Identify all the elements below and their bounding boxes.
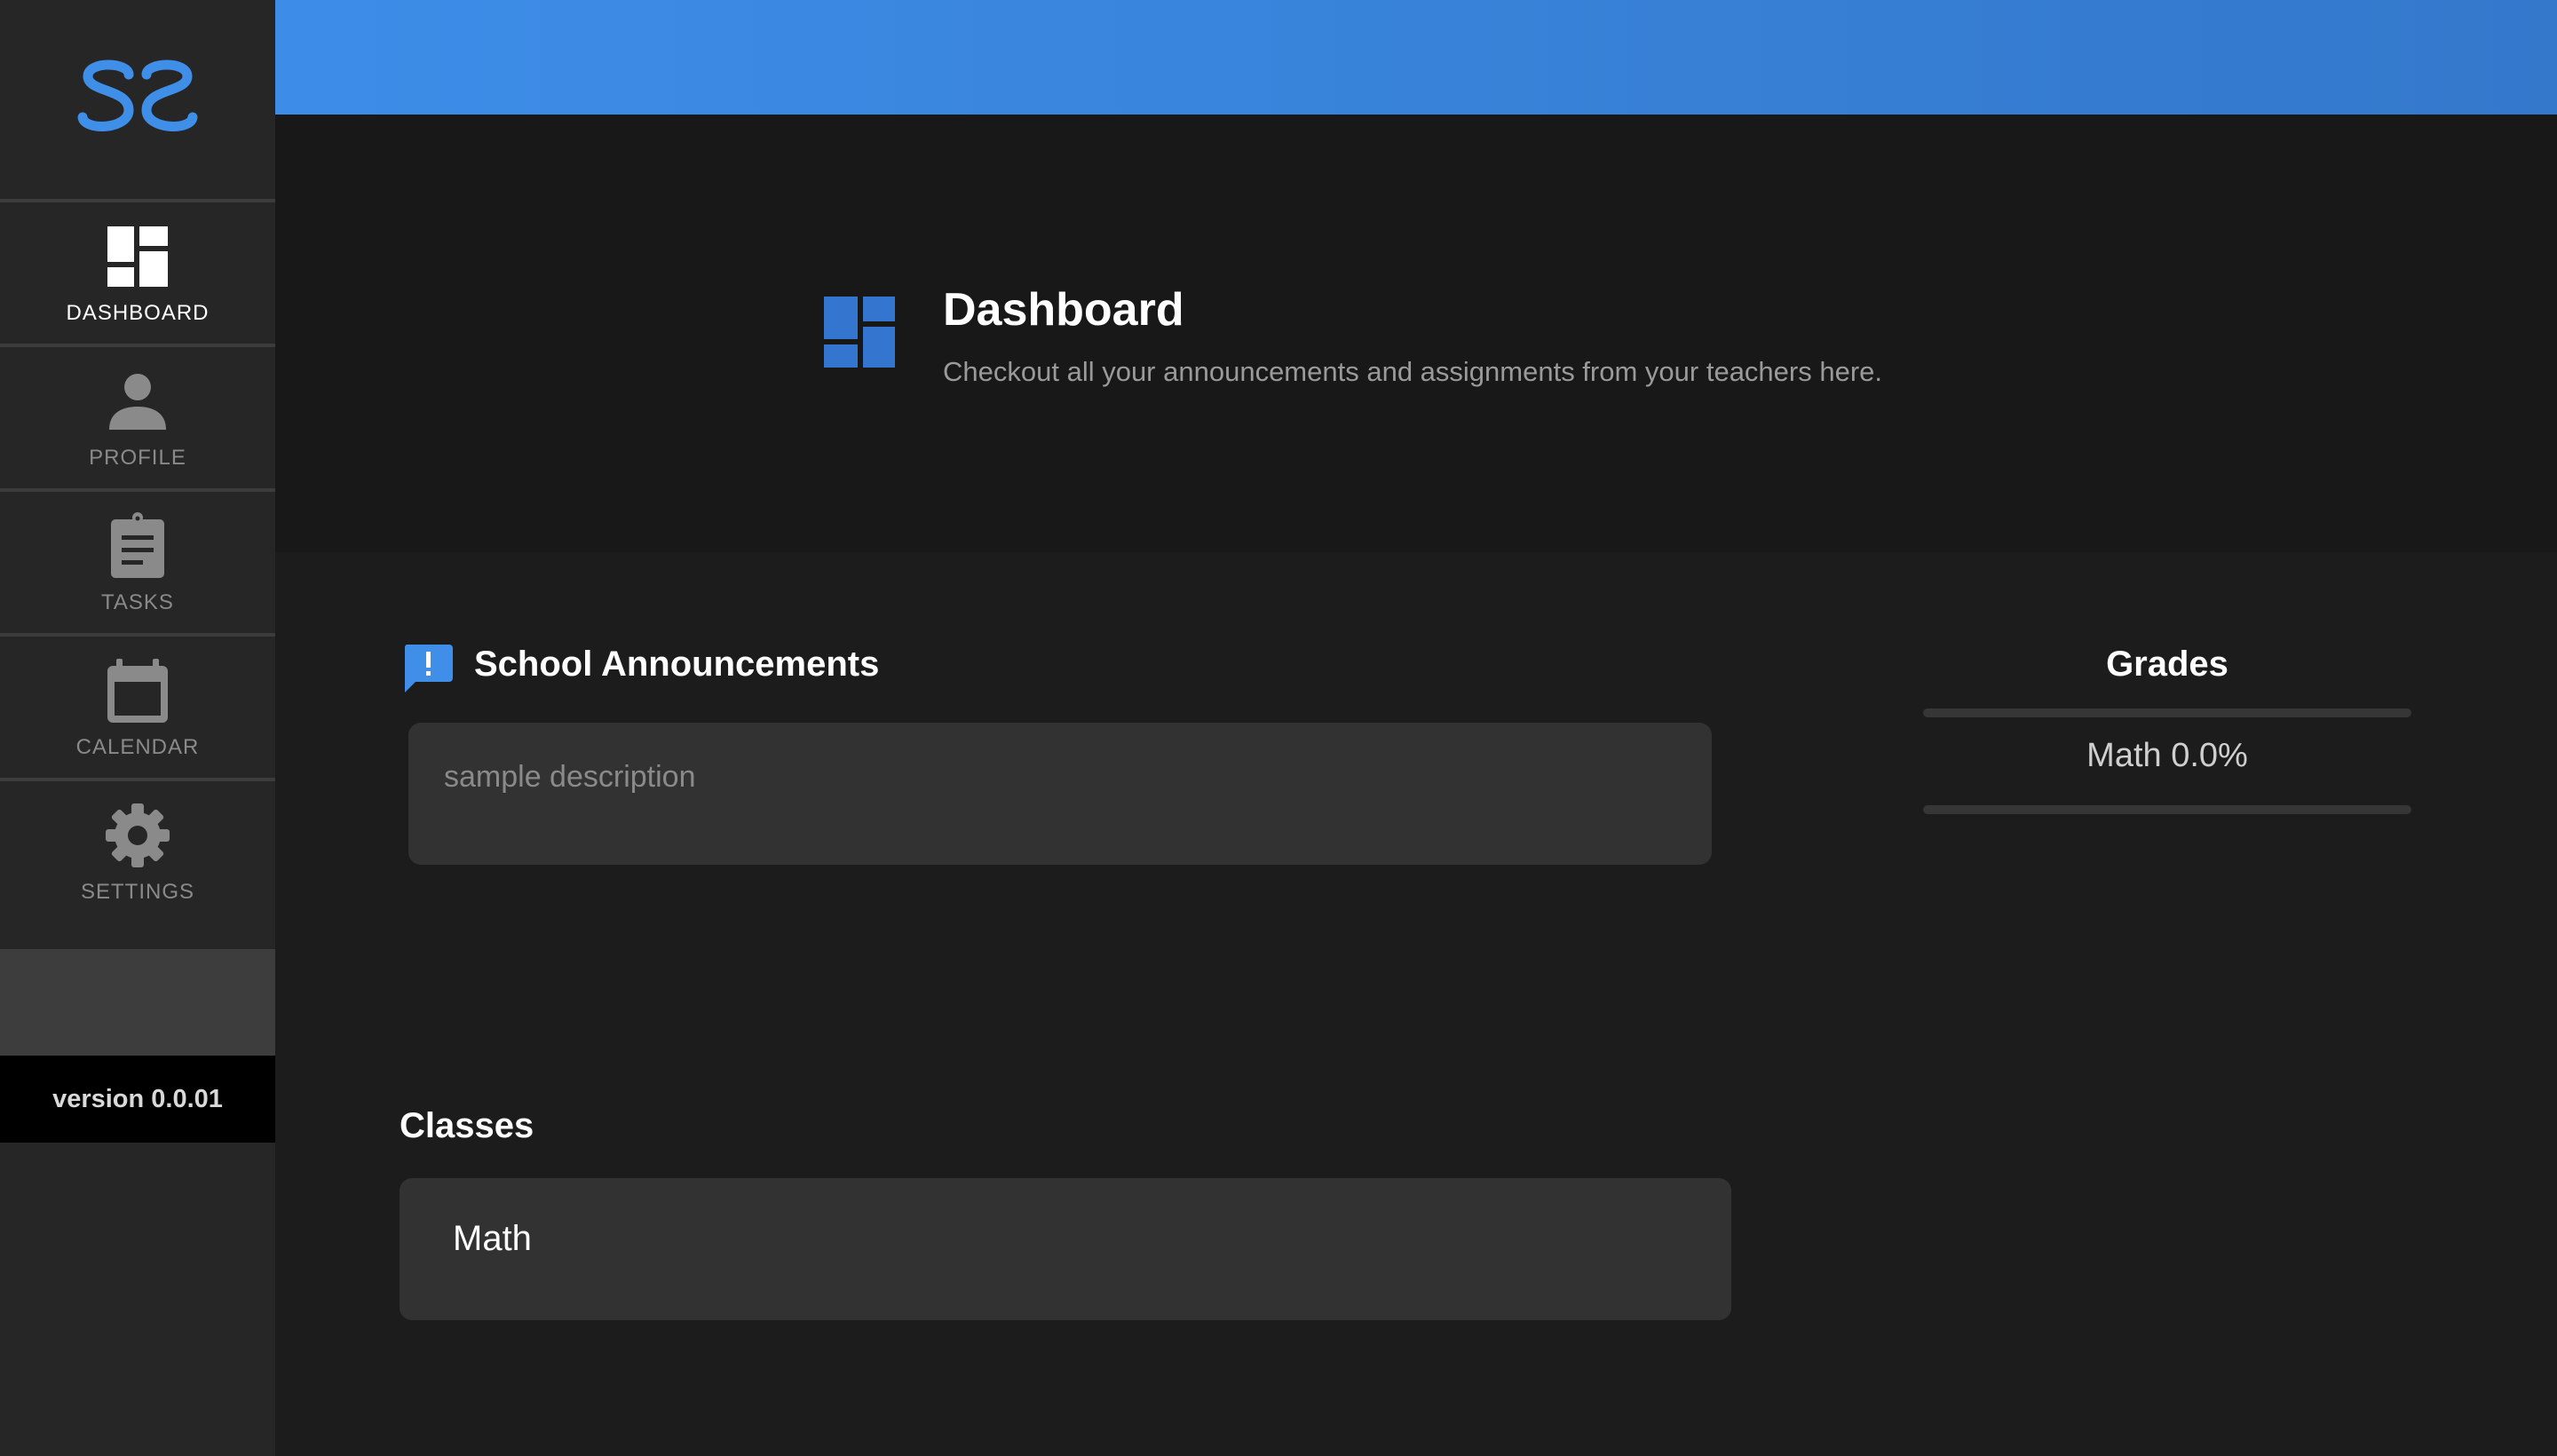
sidebar-item-dashboard[interactable]: DASHBOARD <box>0 199 275 344</box>
classes-title: Classes <box>400 1106 534 1145</box>
grades-title: Grades <box>2106 645 2228 684</box>
logo[interactable] <box>0 0 275 199</box>
main-content: School Announcements sample description … <box>275 552 2557 1456</box>
class-card[interactable]: Math <box>400 1178 1731 1320</box>
top-bar <box>275 0 2557 115</box>
dashboard-icon <box>815 288 904 376</box>
sidebar-nav: DASHBOARD PROFILE TASKS CALENDAR SETTING… <box>0 199 275 922</box>
sidebar-spacer <box>0 949 275 1056</box>
sidebar-item-label: PROFILE <box>89 445 186 470</box>
app-root: DASHBOARD PROFILE TASKS CALENDAR SETTING… <box>0 0 2557 1456</box>
sidebar-item-profile[interactable]: PROFILE <box>0 344 275 488</box>
announcement-card[interactable]: sample description <box>408 723 1712 865</box>
sidebar-item-label: TASKS <box>101 590 174 614</box>
sidebar-item-label: SETTINGS <box>80 879 194 904</box>
page-subtitle: Checkout all your announcements and assi… <box>943 356 1883 387</box>
dashboard-icon <box>102 221 173 292</box>
class-name: Math <box>453 1219 532 1258</box>
clipboard-icon <box>102 510 173 582</box>
page-header: Dashboard Checkout all your announcement… <box>275 115 2557 552</box>
grades-divider <box>1923 805 2411 814</box>
gear-icon <box>102 800 173 871</box>
announcement-icon <box>401 641 455 694</box>
sidebar-item-settings[interactable]: SETTINGS <box>0 778 275 922</box>
sidebar-item-label: CALENDAR <box>75 734 200 759</box>
grades-divider <box>1923 708 2411 717</box>
sidebar: DASHBOARD PROFILE TASKS CALENDAR SETTING… <box>0 0 275 1456</box>
sidebar-item-tasks[interactable]: TASKS <box>0 488 275 633</box>
calendar-icon <box>102 655 173 726</box>
announcement-description: sample description <box>444 760 696 794</box>
page-title: Dashboard <box>943 284 1184 336</box>
person-icon <box>102 366 173 437</box>
sidebar-item-label: DASHBOARD <box>66 300 210 325</box>
ss-logo-icon <box>77 59 198 131</box>
version-label: version 0.0.01 <box>0 1056 275 1143</box>
announcements-title: School Announcements <box>474 645 880 684</box>
sidebar-item-calendar[interactable]: CALENDAR <box>0 633 275 778</box>
grade-item: Math 0.0% <box>2086 737 2248 774</box>
